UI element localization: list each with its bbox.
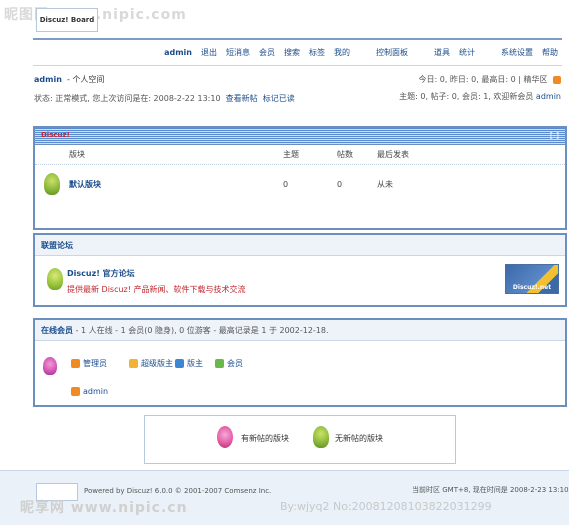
- online-header: 在线会员 - 1 人在线 - 1 会员(0 隐身), 0 位游客 - 最高记录是…: [35, 320, 565, 341]
- user-space-link[interactable]: - 个人空间: [67, 75, 104, 84]
- online-members-box: 在线会员 - 1 人在线 - 1 会员(0 隐身), 0 位游客 - 最高记录是…: [33, 318, 567, 407]
- role-mod: 版主: [175, 358, 203, 369]
- nav-item-messages[interactable]: 短消息: [226, 47, 250, 58]
- new-posts-flower-icon: [217, 426, 233, 448]
- watermark-right: By:wjyq2 No:20081208103822031299: [280, 500, 492, 513]
- online-title[interactable]: 在线会员: [41, 325, 73, 336]
- collapse-icon[interactable]: [-]: [550, 131, 559, 140]
- nav-item-control-panel[interactable]: 控制面板: [376, 47, 408, 58]
- current-time: 当前时区 GMT+8, 现在时间是 2008-2-23 13:10: [412, 486, 569, 494]
- view-new-posts-link[interactable]: 查看新帖: [226, 94, 258, 103]
- nav-item-logout[interactable]: 退出: [201, 47, 217, 58]
- role-super-mod: 超级版主: [129, 358, 173, 369]
- category-title[interactable]: Discuz!: [41, 131, 70, 139]
- forum-stats: 主题: 0, 帖子: 0, 会员: 1, 欢迎新会员 admin: [399, 91, 561, 102]
- forum-stats-text: 主题: 0, 帖子: 0, 会员: 1, 欢迎新会员: [399, 92, 534, 101]
- league-forum-desc: 提供最新 Discuz! 产品新闻、软件下载与技术交流: [67, 285, 246, 294]
- watermark-bottom: 昵享网 www.nipic.cn: [20, 500, 188, 516]
- super-mod-role-icon: [129, 359, 138, 368]
- no-new-posts-mascot-icon: [44, 173, 60, 195]
- admin-role-icon: [71, 359, 80, 368]
- nav-item-mine[interactable]: 我的: [334, 47, 350, 58]
- member-role-icon: [215, 359, 224, 368]
- discuz-banner-link[interactable]: Discuz!.net: [505, 264, 559, 294]
- site-logo[interactable]: Discuz! Board: [36, 8, 98, 32]
- category-header: Discuz! [-]: [35, 128, 565, 145]
- forum-name-link[interactable]: 默认版块: [69, 179, 283, 190]
- forum-column-headers: 版块 主题 帖数 最后发表: [35, 145, 565, 165]
- icon-legend: 有新帖的版块 无新帖的版块: [144, 415, 456, 464]
- role-admin: 管理员: [71, 358, 107, 369]
- new-member-link[interactable]: admin: [536, 92, 561, 101]
- online-member-name[interactable]: admin: [83, 387, 108, 396]
- online-member-admin[interactable]: admin: [71, 387, 108, 396]
- nav-item-members[interactable]: 会员: [259, 47, 275, 58]
- admin-user-icon: [71, 387, 80, 396]
- col-board: 版块: [69, 150, 85, 159]
- mark-read-link[interactable]: 标记已读: [263, 94, 295, 103]
- user-info: admin - 个人空间: [34, 74, 104, 85]
- role-admin-label: 管理员: [83, 359, 107, 368]
- league-title: 联盟论坛: [35, 235, 565, 256]
- nav-item-admin[interactable]: admin: [164, 48, 192, 57]
- nav-item-stats[interactable]: 统计: [459, 47, 475, 58]
- forum-row: 默认版块 0 0 从未: [35, 165, 565, 203]
- legend-none: 无新帖的版块: [335, 434, 383, 443]
- powered-by: Powered by Discuz! 6.0.0 © 2001-2007 Com…: [84, 487, 272, 495]
- username-link[interactable]: admin: [34, 75, 62, 84]
- nav-item-search[interactable]: 搜索: [284, 47, 300, 58]
- status-text: 状态: 正常模式, 您上次访问是在: 2008-2-22 13:10: [34, 94, 221, 103]
- top-navigation: admin 退出 短消息 会员 搜索 标签 我的 控制面板 道具 统计 系统设置…: [33, 38, 562, 66]
- nav-item-tags[interactable]: 标签: [309, 47, 325, 58]
- col-last: 最后发表: [377, 150, 409, 159]
- banner-text: Discuz!.net: [512, 284, 552, 291]
- status-line: 状态: 正常模式, 您上次访问是在: 2008-2-22 13:10 查看新帖 …: [34, 93, 295, 104]
- role-member: 会员: [215, 358, 243, 369]
- nav-item-settings[interactable]: 系统设置: [501, 47, 533, 58]
- league-mascot-icon: [47, 268, 63, 290]
- forum-category-box: Discuz! [-] 版块 主题 帖数 最后发表 默认版块 0 0 从未: [33, 126, 567, 230]
- forum-posts: 0: [337, 179, 343, 189]
- role-mod-label: 版主: [187, 359, 203, 368]
- online-summary: - 1 人在线 - 1 会员(0 隐身), 0 位游客 - 最高记录是 1 于 …: [75, 325, 329, 335]
- rss-icon[interactable]: [553, 75, 561, 84]
- role-super-mod-label: 超级版主: [141, 359, 173, 368]
- col-posts: 帖数: [337, 150, 353, 159]
- league-forums-box: 联盟论坛 Discuz! 官方论坛 提供最新 Discuz! 产品新闻、软件下载…: [33, 233, 567, 307]
- mod-role-icon: [175, 359, 184, 368]
- legend-new: 有新帖的版块: [241, 434, 289, 443]
- today-stats: 今日: 0, 昨日: 0, 最高日: 0 | 精华区: [419, 74, 561, 85]
- online-mascot-icon: [43, 357, 57, 375]
- nav-item-help[interactable]: 帮助: [542, 47, 558, 58]
- no-new-posts-icon: [313, 426, 329, 448]
- nav-item-props[interactable]: 道具: [434, 47, 450, 58]
- forum-last-post: 从未: [377, 179, 393, 189]
- forum-topics: 0: [283, 179, 289, 189]
- role-member-label: 会员: [227, 359, 243, 368]
- col-topics: 主题: [283, 150, 299, 159]
- league-forum-link[interactable]: Discuz! 官方论坛: [67, 268, 135, 279]
- today-stats-text: 今日: 0, 昨日: 0, 最高日: 0 | 精华区: [418, 75, 548, 84]
